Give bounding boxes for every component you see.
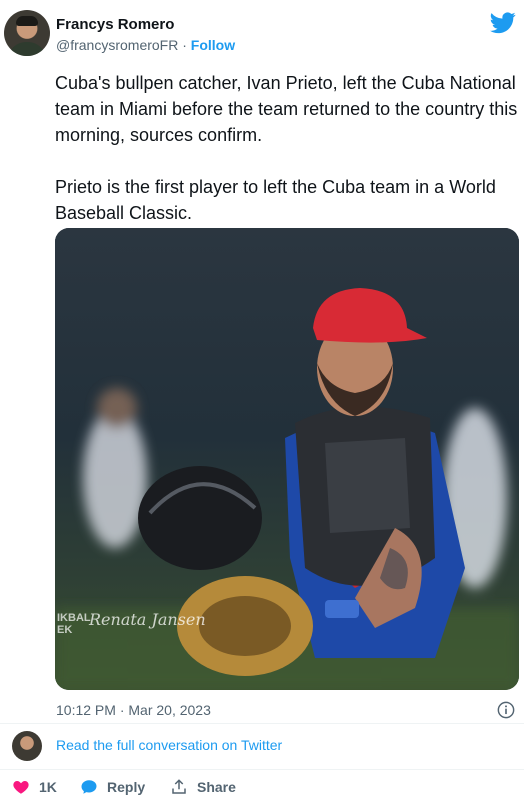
read-conversation-link[interactable]: Read the full conversation on Twitter (56, 737, 282, 753)
follow-link[interactable]: Follow (191, 37, 235, 53)
share-upload-icon (172, 779, 186, 794)
watermark-left: IKBAL EK (57, 612, 91, 636)
tweet-paragraph: Prieto is the first player to left the C… (55, 177, 496, 223)
reply-button[interactable]: Reply (80, 778, 145, 796)
divider (0, 769, 524, 770)
tweet-text: Cuba's bullpen catcher, Ivan Prieto, lef… (55, 70, 520, 226)
divider (0, 723, 524, 724)
reply-label: Reply (107, 779, 146, 795)
author-handle-line: @francysromeroFR · Follow (56, 37, 235, 53)
tweet-card: Francys Romero @francysromeroFR · Follow… (0, 0, 524, 810)
photo-watermark: Renata Jansen (89, 610, 206, 629)
share-button[interactable]: Share (170, 778, 236, 796)
like-count: 1K (39, 779, 57, 795)
twitter-bird-icon[interactable] (490, 12, 516, 34)
heart-icon (13, 781, 29, 794)
like-button[interactable]: 1K (12, 778, 57, 796)
author-handle[interactable]: @francysromeroFR (56, 37, 178, 53)
author-name[interactable]: Francys Romero (56, 16, 174, 33)
speech-bubble-icon (81, 780, 97, 794)
tweet-actions: 1K Reply Share (0, 778, 524, 802)
tweet-photo[interactable]: IKBAL EK Renata Jansen (55, 228, 519, 690)
author-avatar[interactable] (4, 10, 50, 56)
separator: · (182, 37, 187, 53)
tweet-paragraph: Cuba's bullpen catcher, Ivan Prieto, lef… (55, 73, 518, 145)
info-icon[interactable] (497, 701, 515, 719)
tweet-timestamp[interactable]: 10:12 PM · Mar 20, 2023 (56, 702, 211, 718)
conversation-avatar (12, 731, 42, 761)
share-label: Share (197, 779, 236, 795)
